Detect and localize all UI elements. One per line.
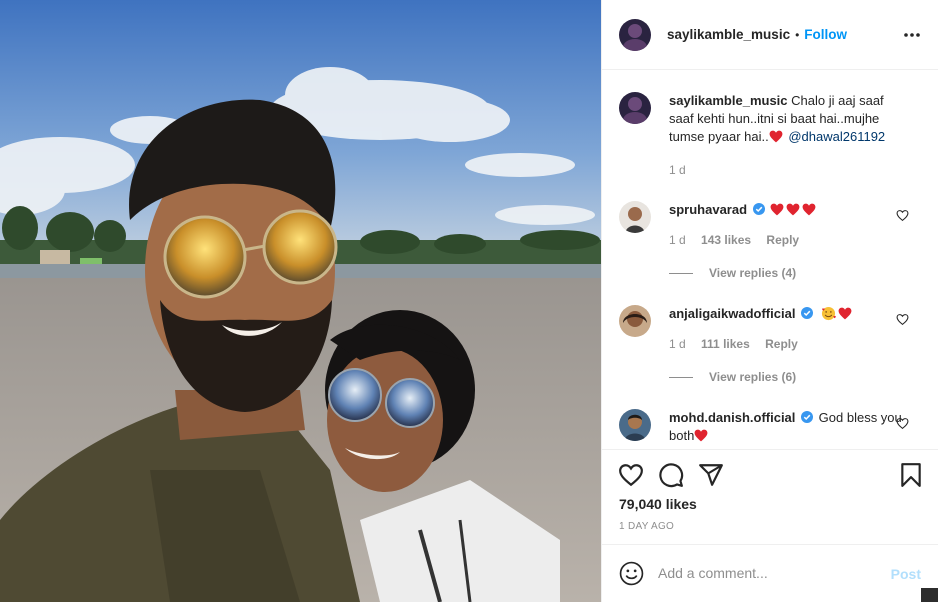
comment-time: 1 d <box>669 337 686 351</box>
view-replies-button[interactable]: View replies (4) <box>669 266 796 280</box>
commenter-avatar[interactable] <box>619 201 651 233</box>
caption: saylikamble_music Chalo ji aaj saaf saaf… <box>619 92 919 182</box>
comment-meta: 1 d 111 likes Reply <box>669 337 810 351</box>
more-horizontal-icon[interactable] <box>903 26 921 44</box>
commenter-avatar[interactable] <box>619 409 651 441</box>
replies-divider-line <box>669 376 693 378</box>
comment-text-block: mohd.danish.official God bless you both <box>669 409 909 445</box>
view-replies-label: View replies (4) <box>709 266 797 280</box>
reply-button[interactable]: Reply <box>765 337 798 351</box>
corner-badge <box>921 588 938 602</box>
red-heart-icon <box>770 203 784 216</box>
smiling-face-with-hearts-icon <box>821 306 836 321</box>
paper-plane-icon[interactable] <box>698 462 724 488</box>
red-heart-icon <box>838 307 852 320</box>
comment-item: mohd.danish.official God bless you both <box>619 409 919 449</box>
likes-count[interactable]: 79,040 likes <box>619 496 697 512</box>
comment-item: spruhavarad 1 d 143 likes Reply View rep… <box>619 201 919 281</box>
verified-badge-icon <box>801 307 814 319</box>
caption-mention-link[interactable]: @dhawal261192 <box>788 129 885 144</box>
comment-time: 1 d <box>669 233 686 247</box>
verified-badge-icon <box>801 411 814 423</box>
comment-username[interactable]: anjaligaikwadofficial <box>669 306 795 321</box>
separator-dot: • <box>795 27 800 42</box>
post-photo[interactable] <box>0 0 601 602</box>
post-timestamp: 1 DAY AGO <box>619 521 675 532</box>
comment-username[interactable]: spruhavarad <box>669 202 747 217</box>
red-heart-icon <box>802 203 816 216</box>
author-avatar[interactable] <box>619 18 651 51</box>
comment-text-block: spruhavarad <box>669 201 909 219</box>
red-heart-icon <box>769 130 783 143</box>
verified-badge-icon <box>752 203 765 215</box>
caption-text-block: saylikamble_music Chalo ji aaj saaf saaf… <box>669 92 909 146</box>
comment-likes-count[interactable]: 111 likes <box>701 337 750 351</box>
comment-text-block: anjaligaikwadofficial <box>669 305 909 323</box>
heart-outline-icon[interactable] <box>896 209 909 222</box>
caption-avatar[interactable] <box>619 92 651 124</box>
beach-selfie-photo <box>0 0 601 602</box>
comments-list[interactable]: saylikamble_music Chalo ji aaj saaf saaf… <box>602 71 938 449</box>
post-sidebar: saylikamble_music • Follow saylikamble_m… <box>601 0 938 602</box>
red-heart-icon <box>694 429 708 442</box>
comment-meta: 1 d 143 likes Reply <box>669 233 811 247</box>
post-header: saylikamble_music • Follow <box>602 0 938 70</box>
caption-username[interactable]: saylikamble_music <box>669 93 788 108</box>
reply-button[interactable]: Reply <box>766 233 799 247</box>
follow-button[interactable]: Follow <box>804 27 847 42</box>
commenter-avatar[interactable] <box>619 305 651 337</box>
view-replies-label: View replies (6) <box>709 370 797 384</box>
comment-bubble-icon[interactable] <box>658 462 684 488</box>
comment-username[interactable]: mohd.danish.official <box>669 410 795 425</box>
author-username[interactable]: saylikamble_music <box>667 27 790 42</box>
view-replies-button[interactable]: View replies (6) <box>669 370 796 384</box>
replies-divider-line <box>669 272 693 274</box>
caption-time: 1 d <box>669 163 686 177</box>
post-actions: 79,040 likes 1 DAY AGO <box>602 449 938 544</box>
post-comment-button[interactable]: Post <box>891 566 921 582</box>
caption-meta: 1 d <box>669 163 698 177</box>
red-heart-icon <box>786 203 800 216</box>
comment-item: anjaligaikwadofficial 1 d 111 likes Repl… <box>619 305 919 385</box>
smiley-icon[interactable] <box>619 561 644 586</box>
add-comment-bar: Post <box>602 544 938 602</box>
heart-outline-icon[interactable] <box>896 417 909 430</box>
comment-likes-count[interactable]: 143 likes <box>701 233 751 247</box>
comment-input[interactable] <box>658 562 878 584</box>
heart-outline-icon[interactable] <box>896 313 909 326</box>
bookmark-icon[interactable] <box>898 462 924 488</box>
heart-outline-icon[interactable] <box>618 462 644 488</box>
